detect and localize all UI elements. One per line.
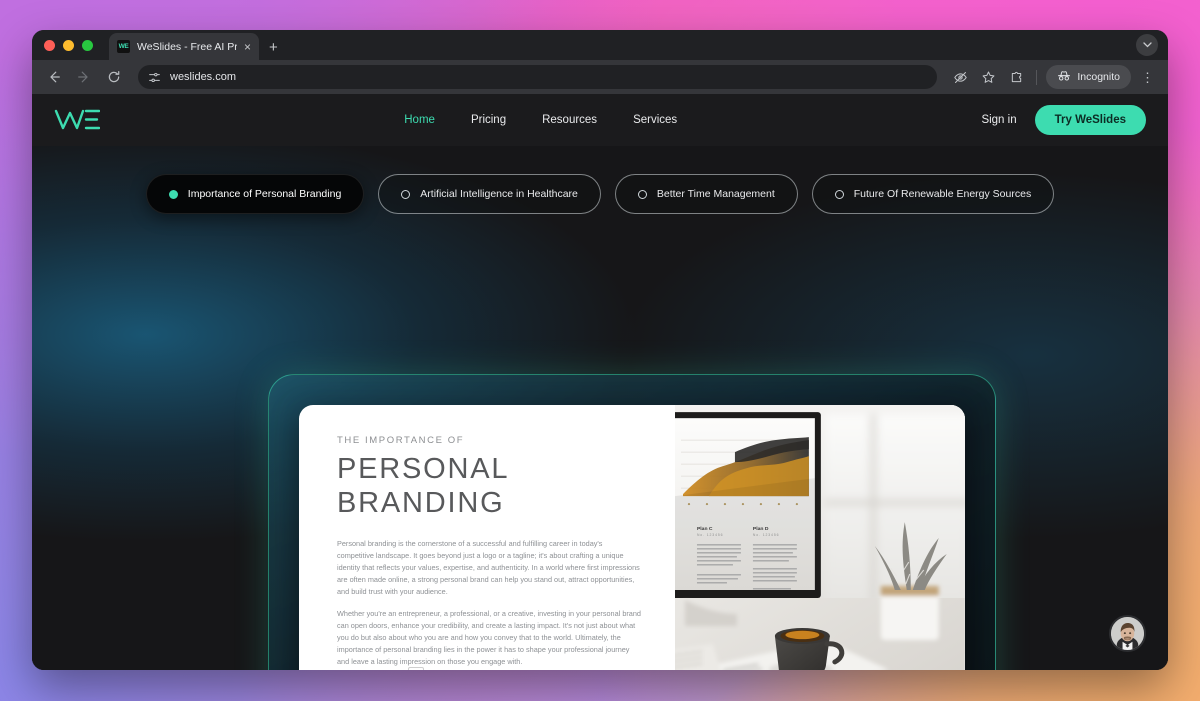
desktop-background: WE WeSlides - Free AI Presentati × + <box>0 0 1200 701</box>
incognito-label: Incognito <box>1077 71 1120 83</box>
slide-paragraph-1: Personal branding is the cornerstone of … <box>337 539 640 596</box>
topic-pill-label: Importance of Personal Branding <box>187 188 342 200</box>
chevron-down-icon[interactable] <box>1136 34 1158 56</box>
topic-pill-renewable-energy[interactable]: Future Of Renewable Energy Sources <box>811 174 1055 214</box>
topic-pill-personal-branding[interactable]: Importance of Personal Branding <box>145 174 365 214</box>
close-window-button[interactable] <box>44 39 55 51</box>
header-actions: Sign in Try WeSlides <box>981 105 1146 135</box>
slide-photo: Plan C No. 123456 Plan D No. 123456 <box>675 405 965 670</box>
site-navigation: Home Pricing Resources Services <box>100 114 981 126</box>
incognito-hat-icon <box>1057 70 1071 85</box>
star-icon[interactable] <box>977 66 999 88</box>
radio-icon <box>637 189 647 199</box>
radio-icon <box>834 189 844 199</box>
browser-tab[interactable]: WE WeSlides - Free AI Presentati × <box>109 33 259 60</box>
reload-icon[interactable] <box>102 65 126 89</box>
slide-title: PERSONAL BRANDING <box>337 453 641 520</box>
favicon-icon: WE <box>117 40 130 53</box>
back-icon[interactable] <box>42 65 66 89</box>
address-bar[interactable]: weslides.com <box>138 65 938 89</box>
url-text: weslides.com <box>170 71 237 83</box>
topic-pill-label: Better Time Management <box>656 188 775 200</box>
puzzle-icon[interactable] <box>1005 66 1027 88</box>
avatar[interactable] <box>1109 615 1146 652</box>
slide-text-column: THE IMPORTANCE OF PERSONAL BRANDING Pers… <box>299 405 675 670</box>
page-viewport: Home Pricing Resources Services Sign in … <box>32 94 1168 670</box>
nav-item-services[interactable]: Services <box>633 114 677 126</box>
minimize-window-button[interactable] <box>63 39 74 51</box>
slide-title-line-2: BRANDING <box>337 486 505 519</box>
eye-slash-icon[interactable] <box>949 66 971 88</box>
slide-paragraph-2: Whether you're an entrepreneur, a profes… <box>337 609 641 666</box>
slide-eyebrow: THE IMPORTANCE OF <box>337 435 465 446</box>
topic-pill-label: Future Of Renewable Energy Sources <box>853 188 1032 200</box>
tune-icon[interactable] <box>148 70 162 84</box>
tab-strip: WE WeSlides - Free AI Presentati × + <box>32 30 1168 60</box>
maximize-window-button[interactable] <box>82 39 93 51</box>
browser-window: WE WeSlides - Free AI Presentati × + <box>32 30 1168 670</box>
hero-section: Importance of Personal Branding Artifici… <box>32 146 1168 670</box>
topic-pill-ai-healthcare[interactable]: Artificial Intelligence in Healthcare <box>378 174 601 214</box>
radio-icon <box>401 189 411 199</box>
forward-icon[interactable] <box>72 65 96 89</box>
slide-title-line-1: PERSONAL <box>337 453 510 485</box>
nav-item-resources[interactable]: Resources <box>542 114 597 126</box>
topic-pill-label: Artificial Intelligence in Healthcare <box>420 188 578 200</box>
nav-item-pricing[interactable]: Pricing <box>471 114 506 126</box>
topic-pill-time-management[interactable]: Better Time Management <box>614 174 798 214</box>
toolbar-divider <box>1036 69 1038 85</box>
slide-preview-frame: THE IMPORTANCE OF PERSONAL BRANDING Pers… <box>268 374 996 670</box>
site-header: Home Pricing Resources Services Sign in … <box>32 94 1168 146</box>
new-tab-button[interactable]: + <box>269 40 278 55</box>
progress-marker[interactable]: 45% <box>408 667 425 670</box>
kebab-menu-icon[interactable]: ⋮ <box>1137 71 1158 84</box>
topic-pill-row: Importance of Personal Branding Artifici… <box>32 146 1168 214</box>
incognito-indicator[interactable]: Incognito <box>1046 65 1131 89</box>
radio-selected-icon <box>168 189 178 199</box>
browser-toolbar: weslides.com Incognito ⋮ <box>32 60 1168 94</box>
weslides-logo[interactable] <box>54 107 100 133</box>
sign-in-link[interactable]: Sign in <box>981 114 1016 126</box>
close-tab-icon[interactable]: × <box>244 41 251 53</box>
nav-item-home[interactable]: Home <box>404 114 435 126</box>
presentation-slide[interactable]: THE IMPORTANCE OF PERSONAL BRANDING Pers… <box>299 405 965 670</box>
window-controls <box>44 30 109 60</box>
tab-title: WeSlides - Free AI Presentati <box>137 40 237 53</box>
try-weslides-button[interactable]: Try WeSlides <box>1034 105 1146 135</box>
